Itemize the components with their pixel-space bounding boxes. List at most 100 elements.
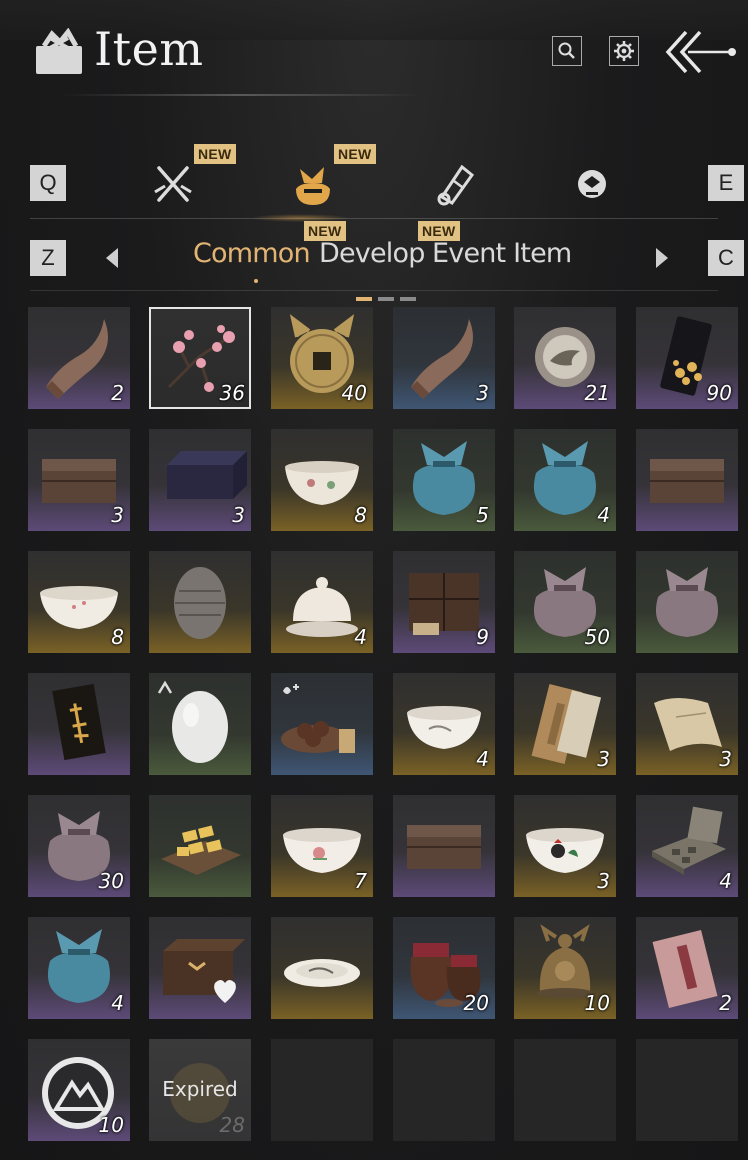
- back-arrow-icon[interactable]: [660, 28, 740, 76]
- cloth-pouch-icon: [655, 567, 719, 637]
- item-count: 4: [597, 503, 610, 527]
- item-slot[interactable]: 50: [514, 551, 616, 653]
- item-slot[interactable]: [28, 673, 130, 775]
- tab-equipment[interactable]: [143, 158, 203, 210]
- item-slot[interactable]: 3: [636, 673, 738, 775]
- item-slot[interactable]: 4: [393, 673, 495, 775]
- empty-slot: [393, 1039, 495, 1141]
- item-slot[interactable]: 4: [28, 917, 130, 1019]
- scroll-icon: [437, 164, 475, 206]
- item-count: 3: [597, 869, 610, 893]
- item-slot[interactable]: 10: [28, 1039, 130, 1141]
- item-count: 2: [111, 381, 124, 405]
- item-slot[interactable]: 9: [393, 551, 495, 653]
- item-slot[interactable]: 40: [271, 307, 373, 409]
- item-slot[interactable]: 20: [393, 917, 495, 1019]
- tab-quest[interactable]: [425, 158, 485, 210]
- item-slot[interactable]: [636, 429, 738, 531]
- item-slot[interactable]: [149, 917, 251, 1019]
- subtab-common[interactable]: Common: [193, 238, 311, 269]
- gear-icon: [614, 41, 634, 61]
- item-count: 4: [111, 991, 124, 1015]
- egg-icon: [157, 680, 228, 763]
- item-count: 36: [219, 381, 245, 405]
- empty-slot: [271, 1039, 373, 1141]
- search-icon: [558, 42, 575, 59]
- item-slot[interactable]: [271, 917, 373, 1019]
- item-slot[interactable]: 7: [271, 795, 373, 897]
- item-count: 90: [706, 381, 732, 405]
- category-divider: [30, 218, 718, 219]
- item-count: 7: [354, 869, 367, 893]
- item-count: 3: [111, 503, 124, 527]
- stone-egg-icon: [174, 567, 226, 639]
- chestnut-plate-icon: [281, 684, 355, 753]
- item-count: 5: [476, 503, 489, 527]
- item-count: 9: [476, 625, 489, 649]
- item-slot[interactable]: 10: [514, 917, 616, 1019]
- active-subtab-dot: [254, 279, 258, 283]
- item-count: 50: [584, 625, 610, 649]
- chest-icon: [407, 825, 481, 869]
- item-slot[interactable]: 2: [28, 307, 130, 409]
- tab-special[interactable]: [562, 158, 622, 210]
- item-slot[interactable]: 8: [271, 429, 373, 531]
- item-slot[interactable]: 3: [28, 429, 130, 531]
- tab-materials[interactable]: [283, 158, 343, 210]
- item-slot[interactable]: 3: [514, 795, 616, 897]
- item-slot[interactable]: 30: [28, 795, 130, 897]
- item-slot[interactable]: [149, 551, 251, 653]
- item-count: 3: [232, 503, 245, 527]
- item-count: 8: [354, 503, 367, 527]
- subtab-bar: Common Develop Event Item: [0, 236, 748, 276]
- next-category-key[interactable]: E: [708, 165, 744, 201]
- item-slot[interactable]: 3: [393, 307, 495, 409]
- page-title: Item: [94, 22, 204, 76]
- crossed-swords-icon: [154, 166, 192, 202]
- new-badge: NEW: [334, 144, 376, 164]
- subtab-event-item[interactable]: Event Item: [432, 238, 572, 269]
- item-slot[interactable]: 90: [636, 307, 738, 409]
- item-slot[interactable]: 21: [514, 307, 616, 409]
- item-count: 3: [597, 747, 610, 771]
- item-slot[interactable]: 2: [636, 917, 738, 1019]
- heart-box-icon: [163, 939, 245, 1003]
- plate-icon: [284, 959, 360, 987]
- item-slot[interactable]: 3: [514, 673, 616, 775]
- item-count: 4: [354, 625, 367, 649]
- prev-category-key[interactable]: Q: [30, 165, 66, 201]
- item-slot[interactable]: 4: [636, 795, 738, 897]
- item-slot[interactable]: Expired 28: [149, 1039, 251, 1141]
- item-slot[interactable]: 8: [28, 551, 130, 653]
- item-count: 28: [219, 1113, 245, 1137]
- item-count: 8: [111, 625, 124, 649]
- coin-token-icon: [578, 170, 606, 198]
- bundle-icon: [296, 167, 330, 205]
- item-slot[interactable]: [149, 673, 251, 775]
- item-slot[interactable]: [149, 795, 251, 897]
- item-slot[interactable]: [271, 673, 373, 775]
- item-slot[interactable]: 3: [149, 429, 251, 531]
- settings-button[interactable]: [609, 36, 639, 66]
- golden-book-icon: [52, 683, 106, 761]
- bag-logo-icon: [36, 28, 82, 74]
- header: Item: [0, 0, 748, 110]
- new-badge: NEW: [194, 144, 236, 164]
- search-button[interactable]: [552, 36, 582, 66]
- page-indicator-3: [400, 297, 416, 301]
- item-slot[interactable]: 4: [271, 551, 373, 653]
- item-count: 30: [98, 869, 124, 893]
- item-slot[interactable]: [393, 795, 495, 897]
- item-slot[interactable]: 4: [514, 429, 616, 531]
- expired-label: Expired: [162, 1077, 238, 1101]
- empty-slot: [636, 1039, 738, 1141]
- subtab-develop[interactable]: Develop: [319, 238, 425, 269]
- new-badge: NEW: [304, 221, 346, 241]
- item-count: 10: [98, 1113, 124, 1137]
- item-slot[interactable]: 36: [149, 307, 251, 409]
- item-slot[interactable]: [636, 551, 738, 653]
- empty-slot: [514, 1039, 616, 1141]
- item-slot[interactable]: 5: [393, 429, 495, 531]
- item-count: 4: [719, 869, 732, 893]
- title-divider: [60, 94, 420, 96]
